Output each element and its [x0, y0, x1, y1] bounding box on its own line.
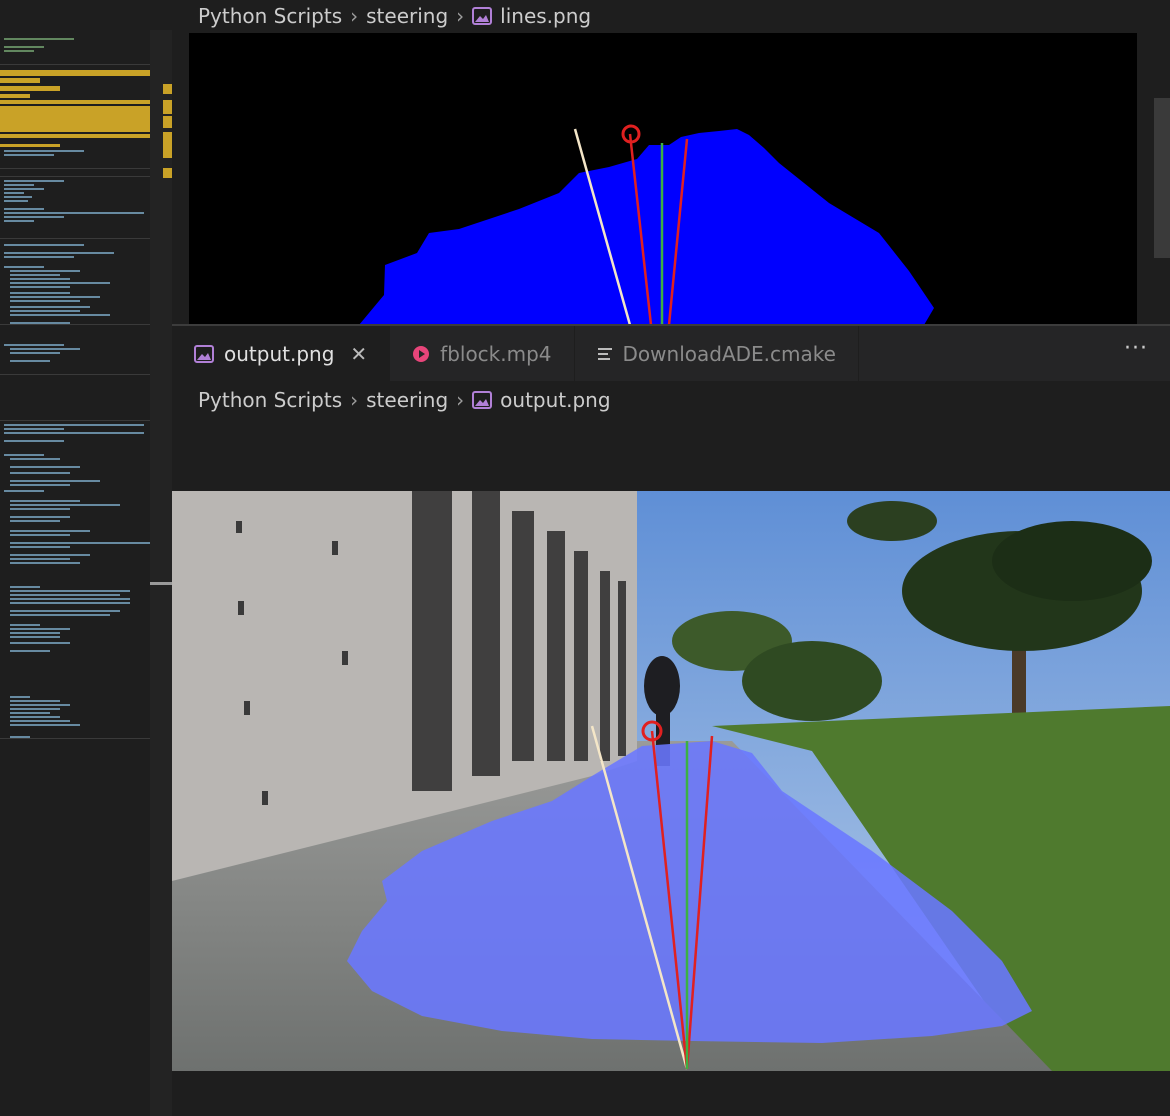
close-icon[interactable]: ✕ [350, 342, 367, 366]
tree-cluster [847, 501, 937, 541]
image-file-icon [194, 344, 214, 363]
tab-fblock-mp4[interactable]: fblock.mp4 [390, 326, 575, 381]
chevron-right-icon: › [456, 388, 465, 412]
tab-bar: output.png ✕ fblock.mp4 DownloadADE.cmak… [172, 326, 1170, 381]
code-minimap[interactable] [0, 0, 172, 1116]
minimap-slider[interactable] [150, 582, 172, 585]
lines-image-preview [189, 33, 1137, 325]
breadcrumb-folder[interactable]: Python Scripts [198, 388, 342, 412]
chevron-right-icon: › [350, 4, 359, 28]
breadcrumb-top: Python Scripts › steering › lines.png [198, 0, 591, 32]
breadcrumb-folder[interactable]: Python Scripts [198, 4, 342, 28]
top-vertical-scrollbar[interactable] [1154, 98, 1170, 258]
tab-label: fblock.mp4 [440, 341, 552, 366]
minimap-change-marker [163, 168, 172, 178]
tab-label: output.png [224, 341, 335, 366]
minimap-scroll-rail[interactable] [150, 30, 172, 1116]
breadcrumb-file[interactable]: output.png [500, 388, 610, 412]
tab-downloadade-cmake[interactable]: DownloadADE.cmake [575, 326, 859, 381]
minimap-change-marker [163, 132, 172, 158]
minimap-change-marker [163, 100, 172, 114]
minimap-change-marker [163, 84, 172, 94]
more-actions-icon[interactable]: ··· [1124, 336, 1148, 361]
video-file-icon [413, 345, 430, 362]
chevron-right-icon: › [350, 388, 359, 412]
minimap-code-lines [0, 38, 150, 739]
image-file-icon [472, 391, 493, 409]
output-image-preview [172, 491, 1170, 1071]
minimap-change-marker [163, 116, 172, 128]
breadcrumb-bottom: Python Scripts › steering › output.png [198, 384, 611, 416]
text-file-icon [597, 347, 612, 360]
tree-cluster [742, 641, 882, 721]
bottom-editor-group: Python Scripts › steering › output.png [172, 381, 1170, 1116]
pedestrian [644, 656, 680, 716]
chevron-right-icon: › [456, 4, 465, 28]
image-file-icon [472, 7, 493, 25]
breadcrumb-subfolder[interactable]: steering [366, 388, 448, 412]
palm-fronds [992, 521, 1152, 601]
breadcrumb-subfolder[interactable]: steering [366, 4, 448, 28]
top-editor-group: Python Scripts › steering › lines.png [172, 0, 1170, 325]
tab-label: DownloadADE.cmake [622, 341, 836, 366]
tab-output-png[interactable]: output.png ✕ [172, 326, 391, 381]
breadcrumb-file[interactable]: lines.png [500, 4, 591, 28]
